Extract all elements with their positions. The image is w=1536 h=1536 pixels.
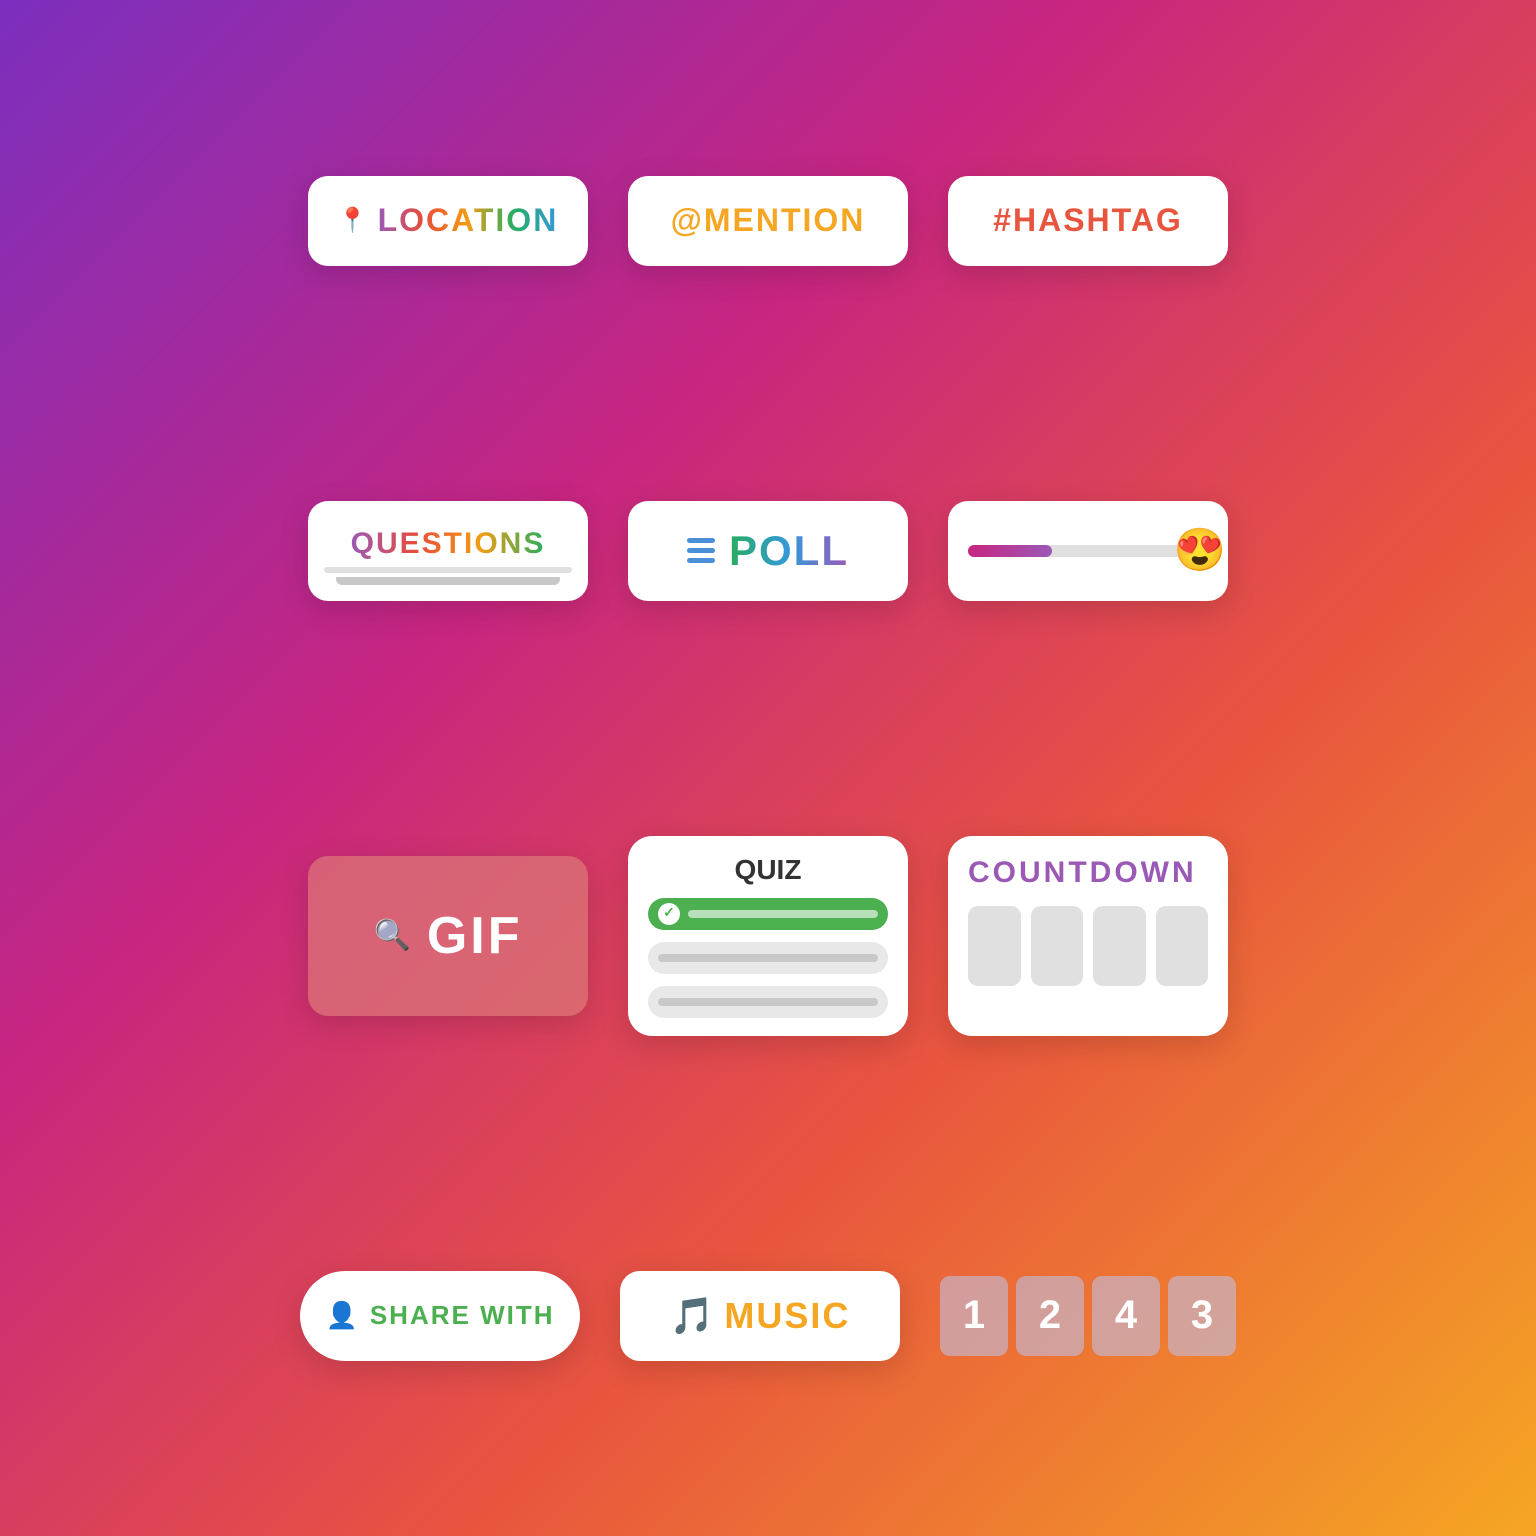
slider-track bbox=[968, 545, 1208, 557]
music-label: MUSIC bbox=[724, 1295, 850, 1337]
quiz-title: QUIZ bbox=[648, 854, 888, 886]
quiz-check-icon: ✓ bbox=[658, 903, 680, 925]
countdown-box-4 bbox=[1156, 906, 1209, 986]
hashtag-sticker[interactable]: #HASHTAG bbox=[948, 176, 1228, 266]
questions-label: QUESTIONS bbox=[351, 527, 546, 561]
quiz-option-correct: ✓ bbox=[648, 898, 888, 930]
mention-sticker[interactable]: @MENTION bbox=[628, 176, 908, 266]
digit-tile-2: 2 bbox=[1016, 1276, 1084, 1356]
quiz-option-3 bbox=[648, 986, 888, 1018]
heart-eyes-emoji-icon: 😍 bbox=[1174, 530, 1226, 572]
quiz-option-2 bbox=[648, 942, 888, 974]
poll-label: POLL bbox=[729, 527, 849, 575]
location-sticker[interactable]: 📍 LOCATION bbox=[308, 176, 588, 266]
row-1: 📍 LOCATION @MENTION #HASHTAG bbox=[218, 176, 1318, 266]
countdown-box-2 bbox=[1031, 906, 1084, 986]
countdown-box-1 bbox=[968, 906, 1021, 986]
poll-lines-icon bbox=[687, 538, 715, 563]
quiz-correct-line bbox=[688, 910, 878, 918]
row-4: 👤 SHARE WITH 🎵 MUSIC 1 2 4 3 bbox=[218, 1271, 1318, 1361]
location-label: LOCATION bbox=[378, 202, 559, 239]
countdown-box-3 bbox=[1093, 906, 1146, 986]
poll-sticker[interactable]: POLL bbox=[628, 501, 908, 601]
person-icon: 👤 bbox=[325, 1301, 357, 1331]
poll-line-3 bbox=[687, 558, 715, 563]
music-sticker[interactable]: 🎵 MUSIC bbox=[620, 1271, 900, 1361]
quiz-option-3-line bbox=[658, 998, 878, 1006]
countdown-sticker[interactable]: COUNTDOWN bbox=[948, 836, 1228, 1036]
main-canvas: 📍 LOCATION @MENTION #HASHTAG QUESTIONS P… bbox=[218, 68, 1318, 1468]
digit-tile-1: 1 bbox=[940, 1276, 1008, 1356]
emoji-slider-sticker[interactable]: 😍 bbox=[948, 501, 1228, 601]
gif-label: GIF bbox=[427, 906, 523, 966]
row-3: 🔍 GIF QUIZ ✓ COUNTDOWN bbox=[218, 836, 1318, 1036]
poll-line-1 bbox=[687, 538, 715, 543]
quiz-sticker[interactable]: QUIZ ✓ bbox=[628, 836, 908, 1036]
digit-tile-4: 3 bbox=[1168, 1276, 1236, 1356]
questions-shadow bbox=[336, 577, 559, 585]
countdown-label: COUNTDOWN bbox=[968, 856, 1197, 890]
music-note-icon: 🎵 bbox=[670, 1295, 715, 1337]
quiz-option-2-line bbox=[658, 954, 878, 962]
poll-line-2 bbox=[687, 548, 715, 553]
digit-tile-3: 4 bbox=[1092, 1276, 1160, 1356]
location-pin-icon: 📍 bbox=[338, 206, 368, 235]
mention-label: @MENTION bbox=[671, 202, 866, 239]
hashtag-label: #HASHTAG bbox=[993, 202, 1183, 239]
questions-sticker[interactable]: QUESTIONS bbox=[308, 501, 588, 601]
countdown-boxes bbox=[968, 906, 1208, 986]
questions-underline bbox=[324, 567, 572, 573]
share-with-sticker[interactable]: 👤 SHARE WITH bbox=[300, 1271, 580, 1361]
share-label: SHARE WITH bbox=[370, 1300, 555, 1331]
gif-sticker[interactable]: 🔍 GIF bbox=[308, 856, 588, 1016]
row-2: QUESTIONS POLL 😍 bbox=[218, 501, 1318, 601]
slider-fill bbox=[968, 545, 1052, 557]
countdown-digit-tiles: 1 2 4 3 bbox=[940, 1276, 1236, 1356]
search-icon: 🔍 bbox=[373, 918, 410, 953]
